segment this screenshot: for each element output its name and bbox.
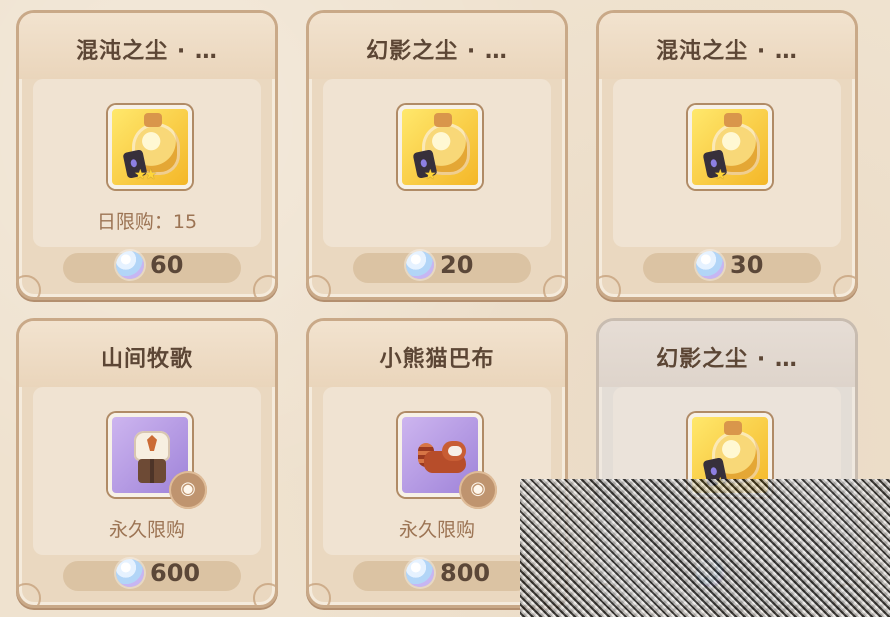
rarity-stars-icon: ★ bbox=[714, 167, 726, 183]
item-title: 混沌之尘 · … bbox=[656, 39, 798, 64]
cork-icon bbox=[434, 113, 452, 127]
item-thumbnail[interactable]: ★ bbox=[398, 105, 482, 189]
price-bar[interactable]: 20 bbox=[353, 251, 531, 283]
corner-ornament-icon bbox=[253, 275, 275, 297]
gem-currency-icon bbox=[116, 251, 144, 279]
item-title: 幻影之尘 · … bbox=[656, 347, 798, 372]
pants-icon bbox=[138, 459, 166, 483]
corner-ornament-icon bbox=[19, 275, 41, 297]
shop-card-3[interactable]: 混沌之尘 · … ★ 30 bbox=[596, 10, 858, 300]
purchase-limit-text: 日限购：15 bbox=[96, 211, 198, 233]
item-thumbnail[interactable]: ★★ bbox=[108, 105, 192, 189]
item-title: 混沌之尘 · … bbox=[76, 39, 218, 64]
corner-ornament-icon bbox=[19, 583, 41, 605]
corner-ornament-icon bbox=[253, 583, 275, 605]
shop-card-2[interactable]: 幻影之尘 · … ★ 20 bbox=[306, 10, 568, 300]
shop-card-1[interactable]: 混沌之尘 · … ★★ 日限购：15 60 bbox=[16, 10, 278, 300]
price-bar[interactable]: 800 bbox=[353, 559, 531, 591]
price-value: 600 bbox=[150, 559, 201, 587]
corner-ornament-icon bbox=[599, 275, 621, 297]
cork-icon bbox=[144, 113, 162, 127]
purchase-limit-text: 永久限购 bbox=[108, 519, 185, 541]
price-bar[interactable]: 60 bbox=[63, 251, 241, 283]
item-title: 小熊猫巴布 bbox=[379, 347, 495, 372]
shop-card-4[interactable]: 山间牧歌 ◉ 永久限购 600 bbox=[16, 318, 278, 608]
corner-ornament-icon bbox=[309, 583, 331, 605]
price-bar[interactable]: 30 bbox=[643, 251, 821, 283]
price-value: 60 bbox=[150, 251, 184, 279]
price-value: 20 bbox=[440, 251, 474, 279]
gem-currency-icon bbox=[116, 559, 144, 587]
corner-ornament-icon bbox=[833, 275, 855, 297]
item-thumbnail[interactable]: ★ bbox=[688, 105, 772, 189]
cork-icon bbox=[724, 421, 742, 435]
preview-eye-icon[interactable]: ◉ bbox=[169, 471, 207, 509]
corner-ornament-icon bbox=[309, 275, 331, 297]
item-title: 幻影之尘 · … bbox=[366, 39, 508, 64]
noise-overlay bbox=[520, 479, 890, 617]
gem-currency-icon bbox=[696, 251, 724, 279]
gem-currency-icon bbox=[406, 559, 434, 587]
outfit-icon bbox=[130, 427, 174, 483]
cork-icon bbox=[724, 113, 742, 127]
panda-face-icon bbox=[448, 446, 462, 456]
price-bar[interactable]: 600 bbox=[63, 559, 241, 591]
price-value: 30 bbox=[730, 251, 764, 279]
rarity-stars-icon: ★★ bbox=[134, 167, 157, 183]
red-panda-icon bbox=[418, 433, 474, 481]
gem-currency-icon bbox=[406, 251, 434, 279]
item-title: 山间牧歌 bbox=[100, 347, 193, 372]
corner-ornament-icon bbox=[543, 275, 565, 297]
preview-eye-icon[interactable]: ◉ bbox=[459, 471, 497, 509]
rarity-stars-icon: ★ bbox=[424, 167, 436, 183]
price-value: 800 bbox=[440, 559, 491, 587]
